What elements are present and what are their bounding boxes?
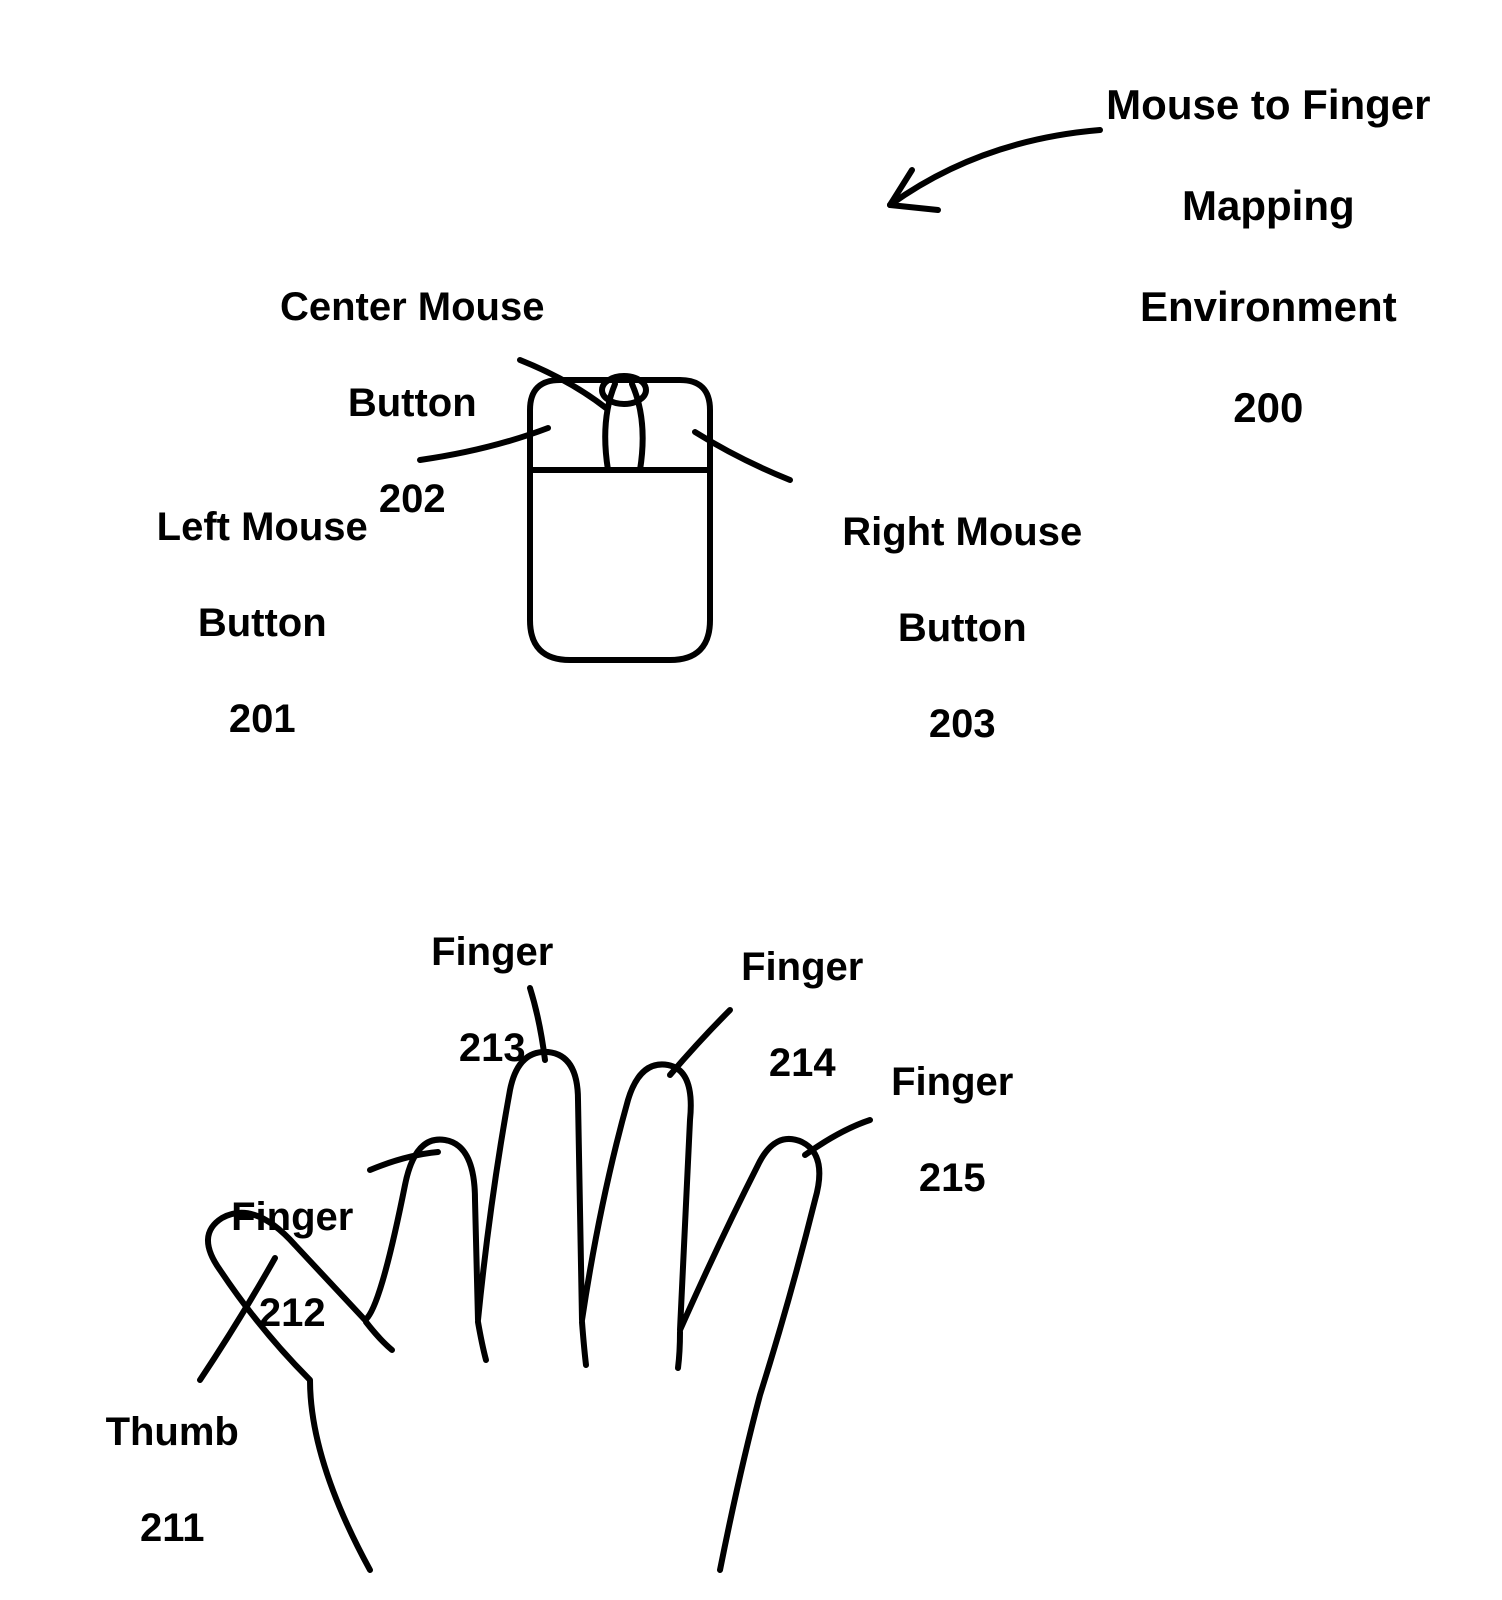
label-left-mouse: Left Mouse Button 201 bbox=[100, 455, 380, 791]
right-mouse-text: Right Mouse bbox=[842, 510, 1082, 554]
label-right-mouse: Right Mouse Button 203 bbox=[790, 460, 1090, 796]
index-finger-ref: 212 bbox=[259, 1291, 326, 1335]
diagram-canvas: Mouse to Finger Mapping Environment 200 … bbox=[0, 0, 1502, 1599]
middle-finger-ref: 213 bbox=[459, 1026, 526, 1070]
index-finger-text: Finger bbox=[231, 1195, 353, 1239]
title-line3: Environment bbox=[1140, 283, 1397, 330]
ring-finger-text: Finger bbox=[741, 945, 863, 989]
thumb-ref: 211 bbox=[140, 1506, 205, 1550]
pinky-finger-text: Finger bbox=[891, 1060, 1013, 1104]
middle-finger-text: Finger bbox=[431, 930, 553, 974]
left-mouse-ref: 201 bbox=[229, 697, 296, 741]
mouse-icon bbox=[530, 376, 710, 660]
label-index-finger: Finger 212 bbox=[170, 1145, 370, 1385]
diagram-title: Mouse to Finger Mapping Environment 200 bbox=[1010, 30, 1480, 484]
label-pinky-finger: Finger 215 bbox=[830, 1010, 1030, 1250]
left-mouse-sub: Button bbox=[198, 601, 327, 645]
pinky-finger-ref: 215 bbox=[919, 1156, 986, 1200]
right-mouse-sub: Button bbox=[898, 606, 1027, 650]
center-mouse-ref: 202 bbox=[379, 477, 446, 521]
right-mouse-ref: 203 bbox=[929, 702, 996, 746]
center-mouse-sub: Button bbox=[348, 381, 477, 425]
leader-index-icon bbox=[370, 1152, 438, 1170]
title-ref: 200 bbox=[1233, 384, 1303, 431]
title-line2: Mapping bbox=[1182, 182, 1355, 229]
ring-finger-ref: 214 bbox=[769, 1041, 836, 1085]
label-thumb: Thumb 211 bbox=[50, 1360, 250, 1600]
label-middle-finger: Finger 213 bbox=[370, 880, 570, 1120]
thumb-text: Thumb bbox=[106, 1410, 239, 1454]
title-line1: Mouse to Finger bbox=[1106, 81, 1430, 128]
left-mouse-text: Left Mouse bbox=[157, 505, 368, 549]
center-mouse-text: Center Mouse bbox=[280, 285, 545, 329]
